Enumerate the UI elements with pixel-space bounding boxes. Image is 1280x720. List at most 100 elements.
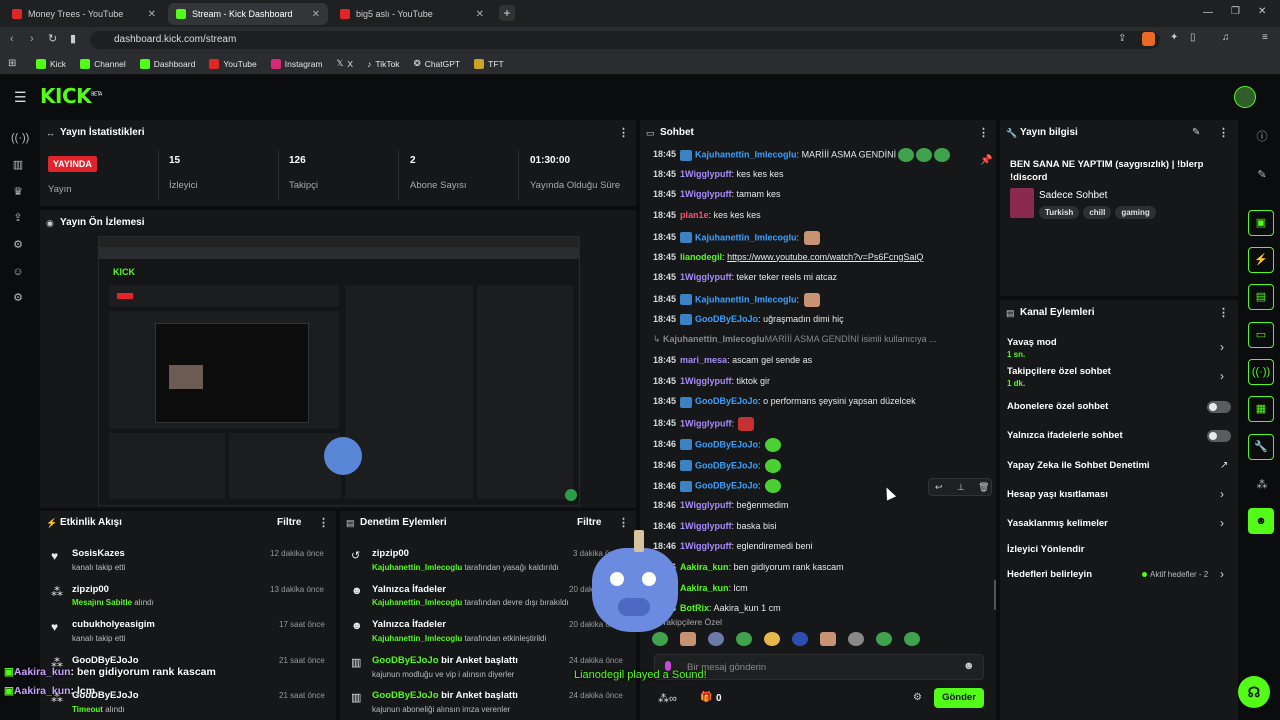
slow-mode-item[interactable]: Yavaş mod 1 sn. <box>1007 337 1057 359</box>
followers-only-item[interactable]: Takipçilere özel sohbet 1 dk. <box>1007 366 1111 388</box>
message-username[interactable]: 1Wigglypuff <box>680 376 731 386</box>
activity-user[interactable]: cubukholyeasigim <box>72 619 155 630</box>
stream-info-menu-icon[interactable]: ⋮ <box>1218 126 1229 139</box>
reply-icon[interactable]: ↩ <box>935 482 943 493</box>
message-username[interactable]: mari_mesa <box>680 355 727 365</box>
emote-icon[interactable] <box>876 632 892 646</box>
chat-message[interactable]: 18:45 Kajuhanettin_Imlecoglu: <box>653 230 820 245</box>
chat-message[interactable]: ↳ Kajuhanettin_ImlecogluMARİİİ ASMA GEND… <box>653 334 937 345</box>
maximize-icon[interactable]: ❐ <box>1231 6 1240 17</box>
tag[interactable]: gaming <box>1115 206 1156 219</box>
bot-app-icon[interactable]: ☻ <box>1248 508 1274 534</box>
bookmark-icon[interactable]: ▮ <box>70 32 76 45</box>
message-username[interactable]: plan1e <box>680 210 709 220</box>
emote-icon[interactable] <box>708 632 724 646</box>
message-username[interactable]: Kajuhanettin_Imlecoglu <box>695 294 797 304</box>
tag[interactable]: Turkish <box>1039 206 1080 219</box>
menu-icon[interactable]: ≡ <box>1262 32 1268 43</box>
subscribers-only-toggle[interactable] <box>1207 401 1231 413</box>
message-username[interactable]: 1Wigglypuff <box>680 541 731 551</box>
category-name[interactable]: Sadece Sohbet <box>1039 190 1107 201</box>
sidebar-icon[interactable]: ▯ <box>1190 32 1196 43</box>
moderation-filter-button[interactable]: Filtre <box>577 517 601 528</box>
users-icon[interactable]: ☺ <box>11 265 25 279</box>
chart-icon[interactable]: ↗ <box>1220 460 1228 471</box>
emote-icon[interactable] <box>820 632 836 646</box>
browser-tab-active[interactable]: Stream - Kick Dashboard ✕ <box>168 3 328 25</box>
chat-message[interactable]: 18:45 lianodegil: https://www.youtube.com… <box>653 252 923 262</box>
pin-icon[interactable]: 📌 <box>980 155 992 166</box>
stream-icon[interactable]: ((·)) <box>11 131 29 145</box>
message-username[interactable]: GooDByEJoJo <box>695 481 758 491</box>
share-icon[interactable]: ⇪ <box>1118 33 1126 44</box>
chat-message[interactable]: 18:45 plan1e: kes kes kes <box>653 210 761 220</box>
emote-icon[interactable] <box>736 632 752 646</box>
avatar[interactable] <box>1234 86 1256 108</box>
emote-icon[interactable] <box>764 632 780 646</box>
trophy-icon[interactable]: ♛ <box>11 185 25 199</box>
wrench-icon[interactable]: 🔧 <box>1248 434 1274 460</box>
chat-message[interactable]: 18:46 GooDByEJoJo: <box>653 479 782 494</box>
pin-icon[interactable]: ⊥ <box>957 482 965 493</box>
activity-user[interactable]: zipzip00 <box>72 584 109 595</box>
emote-icon[interactable] <box>792 632 808 646</box>
moderation-menu-icon[interactable]: ⋮ <box>618 516 629 529</box>
chevron-right-icon[interactable]: › <box>1220 516 1224 530</box>
message-username[interactable]: GooDByEJoJo <box>695 439 758 449</box>
delete-icon[interactable]: 🗑 <box>978 482 989 493</box>
chat-message[interactable]: 18:45 1Wigglypuff: tamam kes <box>653 189 780 199</box>
new-tab-button[interactable]: + <box>499 5 515 21</box>
info-icon[interactable]: ⓘ <box>1255 130 1269 144</box>
apps-grid-icon[interactable]: ⊞ <box>8 58 16 69</box>
hamburger-menu-icon[interactable]: ☰ <box>14 89 27 106</box>
chevron-right-icon[interactable]: › <box>1220 369 1224 383</box>
kick-logo[interactable]: KICKBETA <box>40 84 102 108</box>
browser-tab[interactable]: Money Trees - YouTube ✕ <box>4 3 164 25</box>
ai-moderation-item[interactable]: Yapay Zeka ile Sohbet Denetimi <box>1007 460 1150 471</box>
chat-message[interactable]: 18:46 1Wigglypuff: eglendiremedi beni <box>653 541 813 551</box>
message-username[interactable]: 1Wigglypuff <box>680 169 731 179</box>
message-username[interactable]: Kajuhanettin_Imlecoglu <box>695 232 797 242</box>
chat-message[interactable]: 18:46 GooDByEJoJo: <box>653 458 782 473</box>
category-thumbnail[interactable] <box>1010 188 1034 218</box>
bookmark-channel[interactable]: Channel <box>80 58 126 69</box>
activity-user[interactable]: SosisKazes <box>72 548 125 559</box>
emoji-picker-icon[interactable]: ☻ <box>963 660 975 672</box>
share-nodes-icon[interactable]: ⁂ <box>1255 478 1269 492</box>
brave-shield-icon[interactable] <box>1142 32 1155 46</box>
chat-message[interactable]: 18:45 GooDByEJoJo: o performans şeysini y… <box>653 396 916 408</box>
moderation-target[interactable]: zipzip00 <box>372 548 409 559</box>
url-input[interactable]: dashboard.kick.com/stream <box>90 31 1160 49</box>
link-icon[interactable]: ⁂∞ <box>658 692 677 705</box>
emotes-only-toggle[interactable] <box>1207 430 1231 442</box>
chat-message[interactable]: 18:45 1Wigglypuff: <box>653 417 755 432</box>
message-username[interactable]: lianodegil <box>680 252 722 262</box>
chat-message[interactable]: 18:46Aakira_kun: ben gidiyorum rank kasc… <box>653 562 844 572</box>
chat-message[interactable]: 18:46 GooDByEJoJo: <box>653 437 782 452</box>
goals-item[interactable]: Hedefleri belirleyin <box>1007 569 1092 580</box>
upload-icon[interactable]: ⇪ <box>11 211 25 225</box>
support-icon[interactable]: ☊ <box>1238 676 1270 708</box>
chat-message[interactable]: 18:45 Kajuhanettin_Imlecoglu: <box>653 292 820 307</box>
tag[interactable]: chill <box>1083 206 1112 219</box>
chat-message[interactable]: 18:45 mari_mesa: ascam gel sende as <box>653 355 812 365</box>
message-username[interactable]: Kajuhanettin_Imlecoglu <box>695 149 797 159</box>
screen-icon[interactable]: ▣ <box>1248 210 1274 236</box>
message-username[interactable]: 1Wigglypuff <box>680 272 731 282</box>
activity-filter-button[interactable]: Filtre <box>277 517 301 528</box>
broadcast-icon[interactable]: ((·)) <box>1248 359 1274 385</box>
chevron-right-icon[interactable]: › <box>1220 340 1224 354</box>
chat-scrollbar[interactable] <box>994 580 996 610</box>
chat-message[interactable]: 18:46 1Wigglypuff: baska bisi <box>653 521 777 531</box>
message-text[interactable]: https://www.youtube.com/watch?v=Ps6FcngS… <box>727 252 923 262</box>
message-username[interactable]: GooDByEJoJo <box>695 396 758 406</box>
browser-tab[interactable]: big5 aslı - YouTube ✕ <box>332 3 492 25</box>
chat-message[interactable]: 18:45 GooDByEJoJo: uğraşmadın dimi hiç <box>653 314 844 325</box>
music-icon[interactable]: ♫ <box>1222 32 1230 43</box>
message-username[interactable]: 1Wigglypuff <box>680 418 731 428</box>
bookmark-dashboard[interactable]: Dashboard <box>139 58 195 69</box>
bookmark-chatgpt[interactable]: ❂ ChatGPT <box>414 58 461 69</box>
chat-settings-icon[interactable]: ⚙ <box>913 692 922 703</box>
chevron-right-icon[interactable]: › <box>1220 487 1224 501</box>
banned-words-item[interactable]: Yasaklanmış kelimeler <box>1007 518 1108 529</box>
